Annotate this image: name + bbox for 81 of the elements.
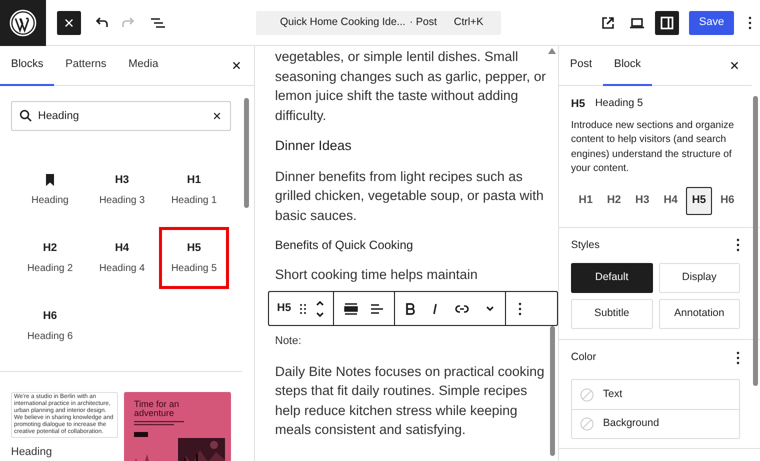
color-setting[interactable]: Text [572, 380, 739, 409]
color-setting[interactable]: Background [572, 409, 739, 438]
more-options-icon[interactable] [748, 16, 752, 30]
paragraph: Dinner benefits from light recipes such as grilled chicken, vegetable soup, or pasta with basic sauces. [275, 168, 545, 224]
heading-level-icon: H6 [42, 310, 58, 322]
laptop-icon[interactable] [629, 16, 645, 30]
heading-level-icon: H3 [114, 174, 130, 186]
preview-button-drawing [134, 432, 148, 437]
bold-icon[interactable] [405, 302, 416, 314]
external-link-icon[interactable] [601, 16, 615, 30]
close-icon[interactable] [231, 60, 242, 71]
heading-level-icon: H4 [114, 242, 130, 254]
block-description: Introduce new sections and organize content to help visitors (and search engines) understand the structure of your content. [571, 118, 735, 176]
close-icon[interactable] [729, 60, 740, 71]
heading-level-button[interactable]: H2 [601, 186, 627, 214]
more-options-icon[interactable] [518, 302, 522, 316]
pattern-label: Heading [11, 445, 53, 460]
heading-level-button[interactable]: H3 [630, 186, 655, 214]
panel-tab[interactable]: Block [603, 46, 652, 86]
search-icon [19, 109, 32, 122]
block-item[interactable]: H3 Heading 3 [89, 161, 155, 219]
no-color-icon [580, 388, 594, 402]
clear-icon[interactable] [212, 111, 222, 121]
paragraph: Daily Bite Notes focuses on practical cooking steps that fit daily routines. Simple recipes help reduce kitchen stress while keeping meals consistent and satisfying. [275, 362, 546, 439]
block-item[interactable]: H1 Heading 1 [161, 161, 227, 219]
italic-icon[interactable] [431, 302, 440, 314]
block-item[interactable]: H2 Heading 2 [17, 229, 83, 287]
heading-level-button[interactable]: H5 [277, 300, 292, 317]
block-item[interactable]: H6 Heading 6 [17, 297, 83, 355]
more-options-icon[interactable] [736, 351, 740, 366]
link-icon[interactable] [455, 304, 470, 314]
panel-tab[interactable]: Patterns [54, 46, 118, 86]
style-option[interactable]: Annotation [658, 299, 740, 330]
preview-title: Time for an adventure [134, 400, 180, 418]
close-button[interactable] [57, 10, 81, 34]
block-name: Heading 5 [595, 96, 643, 112]
paragraph: Short cooking time helps maintain [275, 266, 479, 284]
style-option[interactable]: Default [571, 263, 652, 294]
list-view-icon[interactable] [150, 16, 166, 30]
heading-level-button[interactable]: H1 [573, 186, 598, 214]
heading: Dinner Ideas [275, 137, 353, 155]
note-label: Note: [275, 334, 302, 348]
save-button[interactable]: Save [689, 10, 734, 34]
heading-level-icon: H1 [186, 174, 202, 186]
more-options-icon[interactable] [736, 238, 740, 252]
heading-level-button[interactable]: H6 [714, 186, 740, 214]
block-width-icon[interactable] [344, 302, 358, 314]
block-type-icon: H5 [571, 96, 586, 112]
search-field[interactable]: Heading [11, 101, 231, 131]
no-color-icon [580, 417, 594, 431]
block-item[interactable]: H4 Heading 4 [89, 229, 155, 287]
drag-handle-icon[interactable] [299, 302, 308, 314]
move-arrows-icon[interactable] [315, 298, 326, 318]
undo-icon[interactable] [93, 16, 109, 30]
style-option[interactable]: Subtitle [571, 299, 652, 330]
paragraph: vegetables, or simple lentil dishes. Small seasoning changes such as garlic, pepper, or lemon juice shift the taste without adding difficulty. [275, 48, 547, 125]
chevron-down-icon[interactable] [485, 304, 496, 312]
align-left-icon[interactable] [370, 302, 384, 314]
block-item[interactable]: H5 Heading 5 [161, 229, 227, 287]
scroll-up-icon[interactable] [548, 48, 556, 54]
heading-level-icon: H2 [42, 242, 58, 254]
bookmark-icon [45, 174, 55, 186]
scrollbar-thumb[interactable] [550, 326, 555, 456]
heading: Benefits of Quick Cooking [275, 237, 414, 254]
heading-level-button[interactable]: H5 [686, 186, 712, 214]
section-title: Color [571, 350, 596, 366]
scrollbar-thumb[interactable] [244, 98, 249, 208]
style-option[interactable]: Display [658, 263, 740, 294]
command-bar[interactable]: Quick Home Cooking Ide... · Post Ctrl+K [256, 10, 501, 34]
heading-level-icon: H5 [186, 242, 202, 254]
section-title: Styles [571, 238, 600, 252]
scrollbar-thumb[interactable] [753, 96, 758, 386]
heading-level-button[interactable]: H4 [658, 186, 684, 214]
wordpress-logo[interactable] [0, 0, 46, 46]
panel-tab[interactable]: Media [117, 46, 170, 86]
pattern-preview[interactable]: Time for an adventure [124, 392, 231, 461]
panel-tab[interactable]: Post [559, 46, 604, 86]
block-item[interactable]: Heading [17, 161, 83, 219]
preview-lines-drawing [134, 421, 184, 427]
panel-tab[interactable]: Blocks [0, 46, 54, 86]
sidebar-icon[interactable] [655, 10, 679, 34]
